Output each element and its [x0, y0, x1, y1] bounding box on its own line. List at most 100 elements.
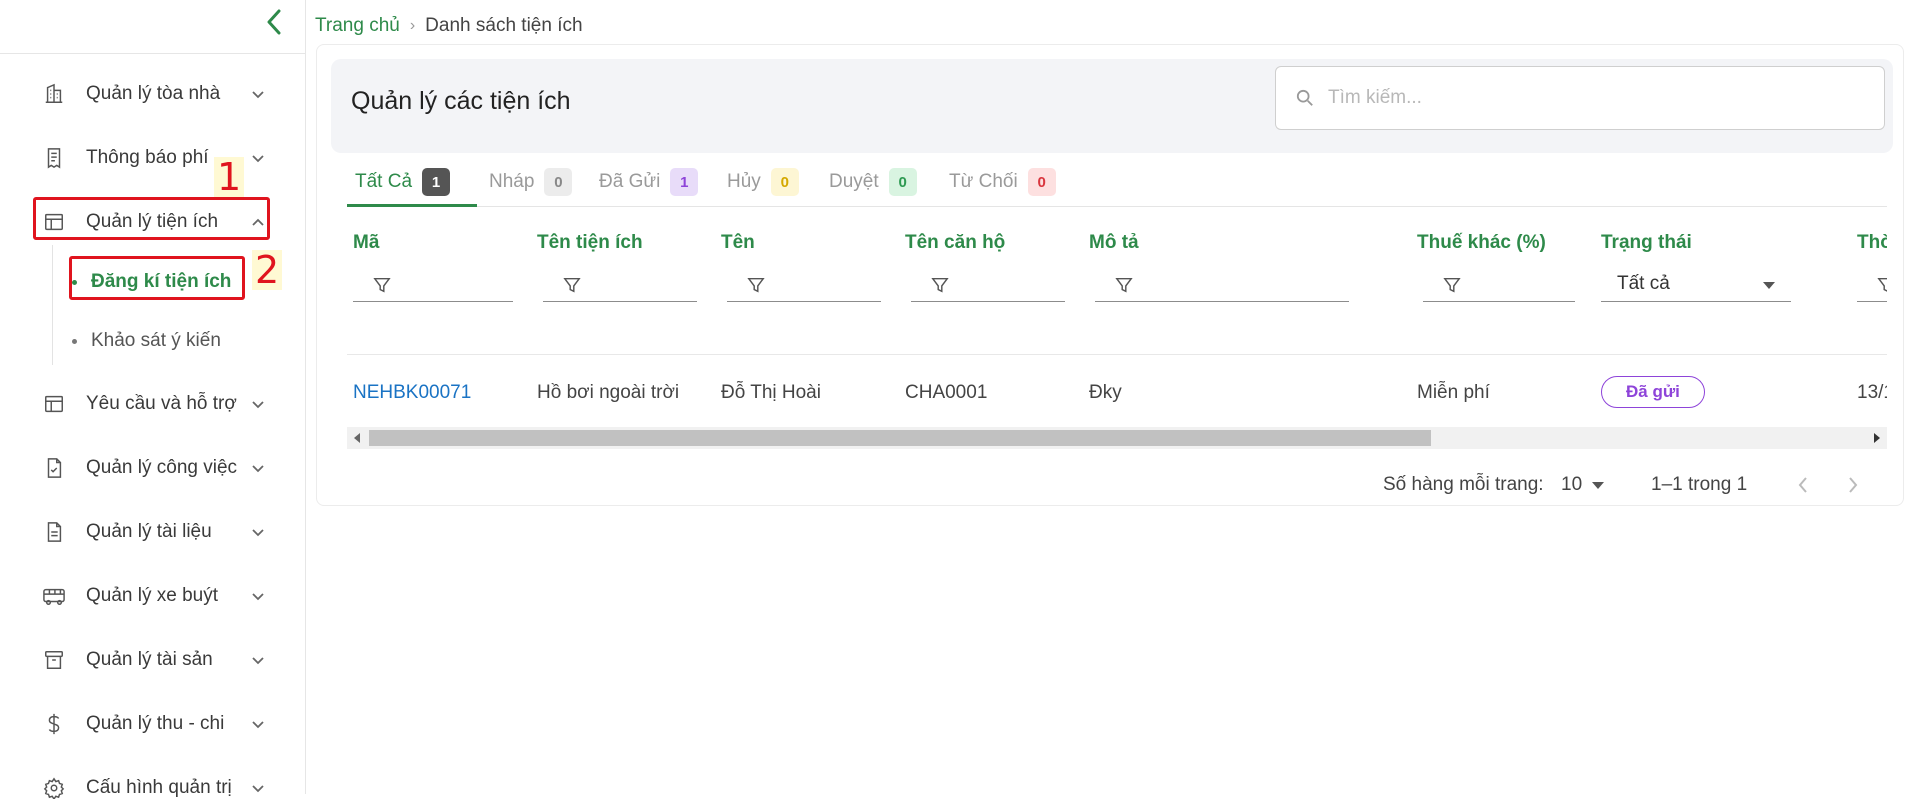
sidebar-item-label: Quản lý thu - chi	[86, 713, 225, 734]
filter-description[interactable]	[1095, 268, 1349, 302]
rows-per-page-select[interactable]: 10	[1561, 470, 1605, 500]
row-other-tax: Miễn phí	[1417, 382, 1490, 403]
sidebar-item-label: Quản lý tòa nhà	[86, 83, 221, 104]
sidebar-item-admin-config[interactable]: Cấu hình quản trị	[0, 764, 306, 812]
column-header-other-tax[interactable]: Thuế khác (%)	[1417, 232, 1546, 254]
active-tab-indicator	[347, 204, 477, 207]
column-header-name[interactable]: Tên	[721, 232, 755, 254]
filter-icon	[1443, 277, 1461, 293]
sidebar-item-label: Thông báo phí	[86, 147, 209, 168]
prev-page-button[interactable]	[1791, 473, 1815, 497]
column-header-description[interactable]: Mô tả	[1089, 232, 1139, 254]
collapse-sidebar-button[interactable]	[258, 6, 290, 38]
tab-draft[interactable]: Nháp 0	[489, 157, 573, 207]
sidebar-subitem-survey[interactable]: Khảo sát ý kiến	[72, 321, 221, 361]
chevron-down-icon	[250, 86, 266, 102]
building-icon	[42, 82, 66, 106]
sidebar-item-label: Quản lý xe buýt	[86, 585, 219, 606]
task-file-icon	[42, 456, 66, 480]
filter-icon	[747, 277, 765, 293]
tab-count-badge: 0	[544, 168, 573, 196]
sidebar-item-fee-notice[interactable]: Thông báo phí	[0, 134, 306, 182]
dropdown-arrow-icon	[1763, 282, 1775, 289]
sidebar-item-label: Yêu cầu và hỗ trợ	[86, 393, 237, 414]
filter-icon	[931, 277, 949, 293]
sidebar-item-assets[interactable]: Quản lý tài sản	[0, 636, 306, 684]
sidebar-item-building[interactable]: Quản lý tòa nhà	[0, 70, 306, 118]
sidebar-item-label: Cấu hình quản trị	[86, 777, 232, 798]
tab-approved[interactable]: Duyệt 0	[829, 157, 917, 207]
scroll-left-arrow-icon[interactable]	[354, 433, 360, 443]
tab-cancelled[interactable]: Hủy 0	[727, 157, 799, 207]
card-header: Quản lý các tiện ích	[331, 59, 1893, 153]
breadcrumb-separator: ›	[409, 17, 416, 34]
sidebar-item-label: Quản lý tài sản	[86, 649, 213, 670]
row-description: Đky	[1089, 382, 1122, 403]
scroll-right-arrow-icon[interactable]	[1874, 433, 1880, 443]
sidebar-divider	[0, 53, 306, 54]
filter-other-tax[interactable]	[1423, 268, 1575, 302]
chevron-down-icon	[250, 150, 266, 166]
tab-sent[interactable]: Đã Gửi 1	[599, 157, 699, 207]
scrollbar-thumb[interactable]	[369, 430, 1431, 446]
column-header-apartment[interactable]: Tên căn hộ	[905, 232, 1005, 254]
status-tabs: Tất Cả 1 Nháp 0 Đã Gửi 1 Hủy 0 Duyệt 0 T…	[347, 157, 1887, 207]
chevron-down-icon	[250, 524, 266, 540]
chevron-left-icon	[1798, 477, 1807, 493]
sidebar-subitem-label: Khảo sát ý kiến	[91, 330, 221, 351]
filter-time[interactable]	[1857, 268, 1887, 302]
column-header-utility-name[interactable]: Tên tiện ích	[537, 232, 643, 254]
gear-icon	[42, 776, 66, 800]
chevron-down-icon	[250, 652, 266, 668]
search-input[interactable]	[1328, 83, 1868, 113]
chevron-down-icon	[250, 588, 266, 604]
sidebar-item-tasks[interactable]: Quản lý công việc	[0, 444, 306, 492]
filter-icon	[373, 277, 391, 293]
sidebar-item-bus[interactable]: Quản lý xe buýt	[0, 572, 306, 620]
breadcrumb-home-link[interactable]: Trang chủ	[315, 15, 400, 37]
row-name: Đỗ Thị Hoài	[721, 382, 821, 403]
tab-count-badge: 0	[1027, 168, 1056, 196]
next-page-button[interactable]	[1841, 473, 1865, 497]
tab-label: Duyệt	[829, 171, 879, 192]
tab-label: Nháp	[489, 171, 535, 192]
status-filter-select[interactable]: Tất cả	[1601, 268, 1791, 302]
utilities-table: Mã Tên tiện ích Tên Tên căn hộ Mô tả Thu…	[347, 220, 1887, 450]
pagination-range: 1–1 trong 1	[1651, 474, 1748, 495]
page-title: Quản lý các tiện ích	[351, 87, 571, 115]
dropdown-arrow-icon	[1592, 481, 1605, 489]
sidebar-item-requests[interactable]: Yêu cầu và hỗ trợ	[0, 380, 306, 428]
search-icon	[1296, 89, 1313, 106]
row-code-link[interactable]: NEHBK00071	[353, 382, 471, 404]
search-box[interactable]	[1275, 66, 1885, 130]
filter-utility-name[interactable]	[543, 268, 697, 302]
chevron-right-icon	[1849, 477, 1858, 493]
filter-icon	[1877, 277, 1887, 292]
filter-icon	[1115, 277, 1133, 293]
bullet-icon	[72, 338, 77, 344]
column-header-time[interactable]: Thờ	[1857, 232, 1887, 254]
sidebar-item-finance[interactable]: Quản lý thu - chi	[0, 700, 306, 748]
annotation-box-1	[33, 197, 270, 240]
archive-icon	[42, 648, 66, 672]
tab-all[interactable]: Tất Cả 1	[355, 157, 451, 207]
filter-code[interactable]	[353, 268, 513, 302]
chevron-down-icon	[250, 460, 266, 476]
dollar-icon	[42, 712, 66, 736]
column-header-code[interactable]: Mã	[353, 232, 379, 254]
filter-name[interactable]	[727, 268, 881, 302]
rows-per-page-value: 10	[1561, 474, 1583, 495]
filter-apartment[interactable]	[911, 268, 1065, 302]
horizontal-scrollbar[interactable]	[347, 427, 1887, 449]
row-apartment: CHA0001	[905, 382, 988, 403]
tab-rejected[interactable]: Từ Chối 0	[949, 157, 1056, 207]
status-badge: Đã gửi	[1601, 376, 1705, 408]
tab-count-badge: 1	[670, 168, 699, 196]
column-header-status[interactable]: Trạng thái	[1601, 232, 1692, 254]
sidebar: Quản lý tòa nhà Thông báo phí Quản lý ti…	[0, 0, 306, 799]
sidebar-item-documents[interactable]: Quản lý tài liệu	[0, 508, 306, 556]
document-icon	[42, 520, 66, 544]
tab-count-badge: 0	[770, 168, 799, 196]
chevron-down-icon	[250, 716, 266, 732]
tab-label: Từ Chối	[949, 171, 1018, 192]
